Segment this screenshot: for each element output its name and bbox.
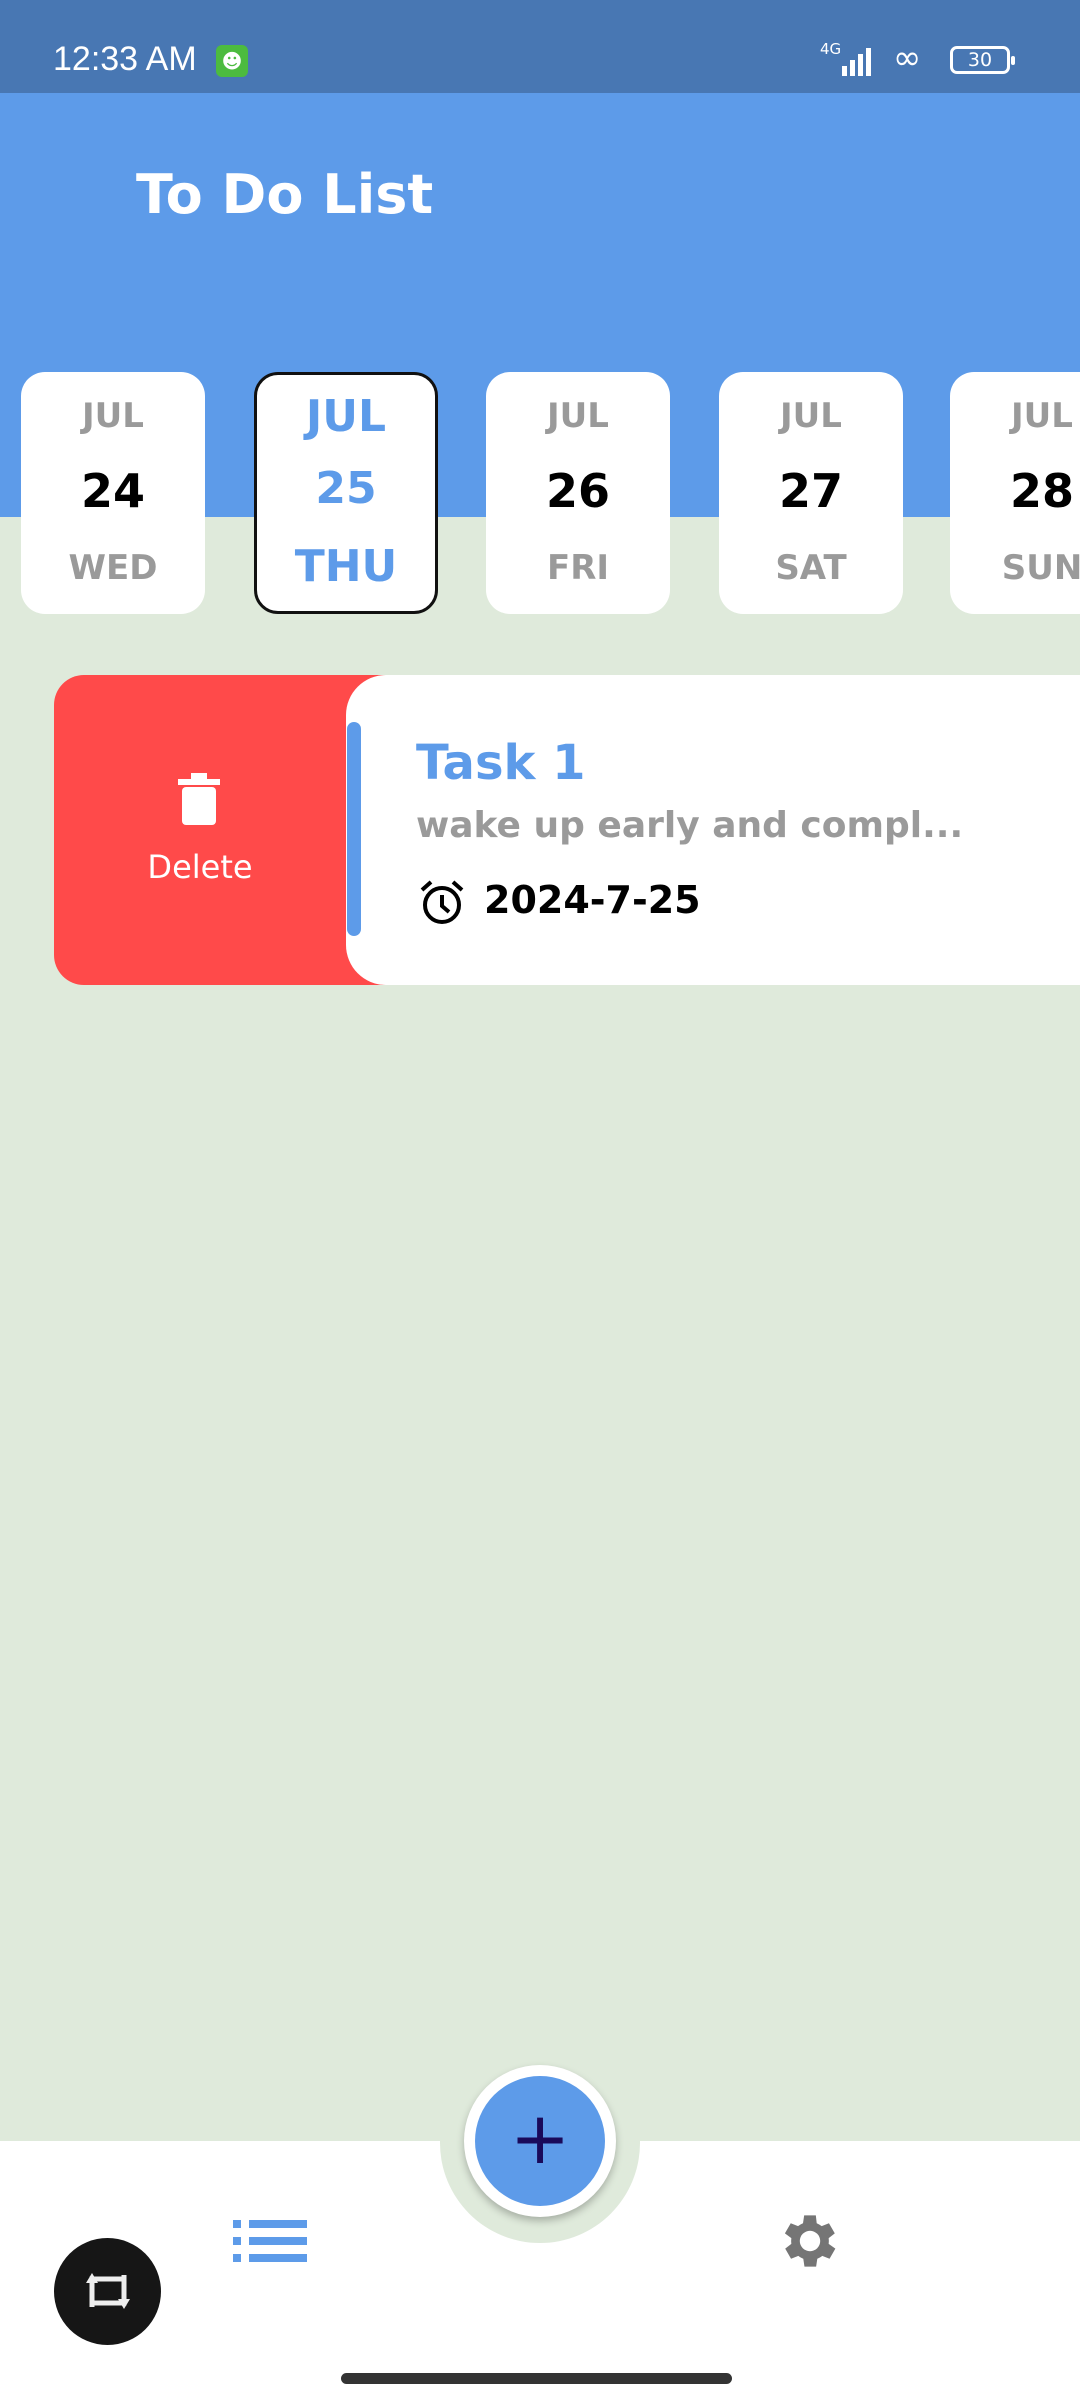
swap-floating-button[interactable] (54, 2238, 161, 2345)
date-day: 26 (545, 464, 610, 518)
nav-settings-gear-icon[interactable] (775, 2205, 845, 2277)
date-weekday: SUN (1001, 548, 1080, 588)
repeat-icon (86, 2273, 130, 2309)
page-title: To Do List (136, 163, 434, 226)
link-icon: ∞ (893, 38, 922, 78)
date-weekday: SAT (775, 548, 847, 588)
alarm-clock-icon (420, 880, 464, 924)
date-day: 25 (315, 463, 377, 514)
app-notification-icon: ☻ (216, 45, 248, 77)
status-time: 12:33 AM (53, 40, 197, 78)
date-weekday: THU (294, 541, 398, 592)
task-description: wake up early and compl... (416, 805, 964, 846)
date-card-27[interactable]: JUL 27 SAT (719, 372, 903, 614)
trash-icon (178, 773, 220, 825)
date-card-25-selected[interactable]: JUL 25 THU (254, 372, 438, 614)
date-card-26[interactable]: JUL 26 FRI (486, 372, 670, 614)
status-bar: 12:33 AM ☻ 4G ∞ 30 (0, 0, 1080, 93)
date-card-24[interactable]: JUL 24 WED (21, 372, 205, 614)
date-month: JUL (780, 396, 842, 436)
date-day: 28 (1009, 464, 1074, 518)
battery-icon: 30 (950, 46, 1015, 74)
network-type: 4G (820, 40, 842, 58)
delete-label: Delete (147, 848, 253, 886)
nav-list-icon[interactable] (233, 2220, 307, 2262)
task-title: Task 1 (416, 735, 586, 791)
task-color-bar (347, 722, 361, 936)
date-month: JUL (82, 396, 144, 436)
date-weekday: FRI (546, 548, 610, 588)
add-task-button[interactable]: + (464, 2065, 616, 2217)
date-month: JUL (1011, 396, 1073, 436)
task-date: 2024-7-25 (484, 878, 701, 922)
date-card-28[interactable]: JUL 28 SUN (950, 372, 1080, 614)
signal-icon (842, 46, 871, 76)
home-indicator[interactable] (341, 2373, 732, 2384)
date-day: 24 (80, 464, 145, 518)
date-month: JUL (547, 396, 609, 436)
plus-icon: + (475, 2076, 605, 2206)
date-weekday: WED (68, 548, 158, 588)
date-month: JUL (305, 391, 387, 442)
date-day: 27 (778, 464, 843, 518)
